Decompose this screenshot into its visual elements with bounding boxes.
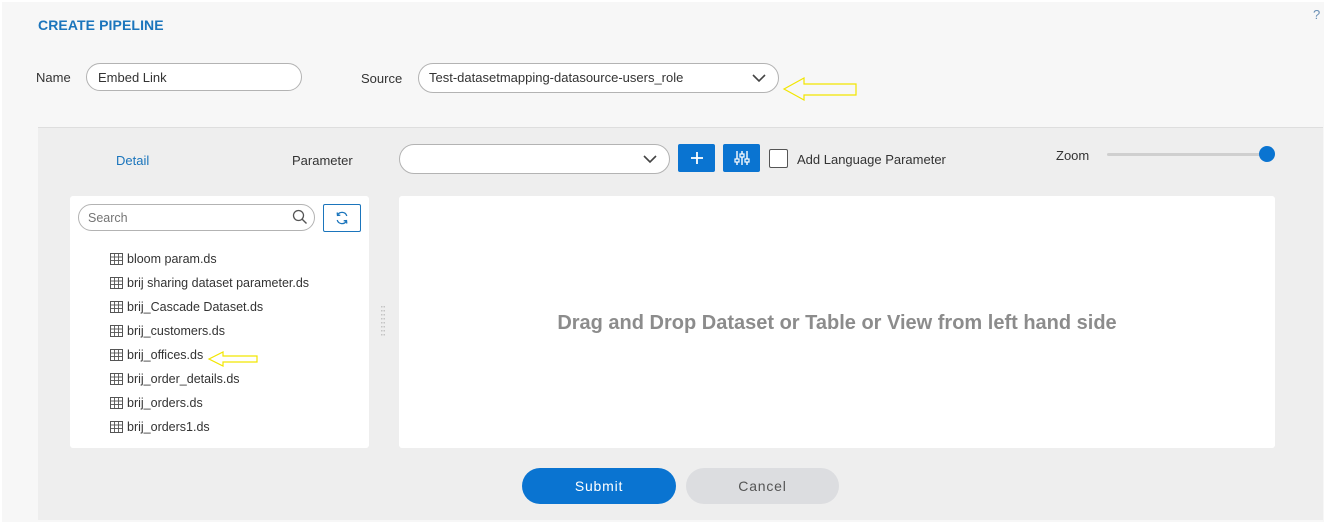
dataset-list-item[interactable]: brij_offices.ds <box>110 345 203 365</box>
name-input[interactable] <box>86 63 302 91</box>
table-icon <box>110 373 123 385</box>
table-icon <box>110 253 123 265</box>
search-icon[interactable] <box>292 209 308 225</box>
parameter-label: Parameter <box>292 153 353 168</box>
add-language-parameter-label: Add Language Parameter <box>797 152 946 167</box>
chevron-down-icon <box>643 155 657 164</box>
submit-button[interactable]: Submit <box>522 468 676 504</box>
dataset-list-item[interactable]: brij sharing dataset parameter.ds <box>110 273 309 293</box>
search-input[interactable] <box>78 204 315 231</box>
table-icon <box>110 301 123 313</box>
pipeline-drop-area[interactable]: Drag and Drop Dataset or Table or View f… <box>399 196 1275 448</box>
source-select-value: Test-datasetmapping-datasource-users_rol… <box>429 70 684 85</box>
parameter-settings-button[interactable] <box>723 144 760 172</box>
dataset-list-item[interactable]: bloom param.ds <box>110 249 217 269</box>
zoom-slider-thumb[interactable] <box>1259 146 1275 162</box>
add-parameter-button[interactable] <box>678 144 715 172</box>
refresh-icon <box>336 211 348 225</box>
dataset-list-item[interactable]: brij_customers.ds <box>110 321 225 341</box>
annotation-arrow-icon <box>207 351 258 367</box>
detail-tab[interactable]: Detail <box>116 153 149 168</box>
source-select[interactable]: Test-datasetmapping-datasource-users_rol… <box>418 63 779 93</box>
dataset-list-item-label: brij_orders1.ds <box>127 420 210 434</box>
refresh-button[interactable] <box>323 204 361 232</box>
table-icon <box>110 421 123 433</box>
tree-list-top-edge <box>70 238 369 241</box>
table-icon <box>110 349 123 361</box>
annotation-arrow-icon <box>782 76 857 102</box>
table-icon <box>110 325 123 337</box>
dataset-list-item[interactable]: brij_Cascade Dataset.ds <box>110 297 263 317</box>
dataset-list-item-label: brij_orders.ds <box>127 396 203 410</box>
dataset-list-item[interactable]: brij_orders1.ds <box>110 417 210 436</box>
resize-handle-icon[interactable] <box>381 306 385 339</box>
table-icon <box>110 277 123 289</box>
dataset-tree-panel: Balance sheet.dsbloom param.dsbrij shari… <box>70 196 369 448</box>
zoom-label: Zoom <box>1056 148 1090 163</box>
help-icon[interactable]: ? <box>1313 7 1320 22</box>
dataset-list-item[interactable]: brij_orders.ds <box>110 393 203 413</box>
add-language-parameter-checkbox[interactable] <box>769 149 788 168</box>
dataset-list-item-label: brij sharing dataset parameter.ds <box>127 276 310 290</box>
pipeline-form-frame: CREATE PIPELINE ? Name Source Test-datas… <box>2 2 1324 522</box>
zoom-slider-track[interactable] <box>1107 153 1267 156</box>
chevron-down-icon <box>752 74 766 83</box>
cancel-button[interactable]: Cancel <box>686 468 839 504</box>
parameter-select[interactable] <box>399 144 670 174</box>
source-label: Source <box>361 71 403 86</box>
dataset-list-item-label: brij_Cascade Dataset.ds <box>127 300 264 314</box>
name-label: Name <box>36 70 71 85</box>
dataset-list-item[interactable]: brij_order_details.ds <box>110 369 240 389</box>
pipeline-designer-panel: Detail Parameter Add Language Parameter … <box>38 127 1323 520</box>
plus-icon <box>690 152 703 164</box>
drop-hint: Drag and Drop Dataset or Table or View f… <box>557 311 1117 334</box>
page-title: CREATE PIPELINE <box>38 17 164 33</box>
sliders-icon <box>733 151 750 165</box>
dataset-list-item-label: brij_offices.ds <box>127 348 204 362</box>
dataset-list-item-label: brij_order_details.ds <box>127 372 240 386</box>
table-icon <box>110 397 123 409</box>
dataset-list: Balance sheet.dsbloom param.dsbrij shari… <box>70 238 369 436</box>
dataset-list-item-label: bloom param.ds <box>127 252 217 266</box>
dataset-list-item-label: brij_customers.ds <box>127 324 225 338</box>
